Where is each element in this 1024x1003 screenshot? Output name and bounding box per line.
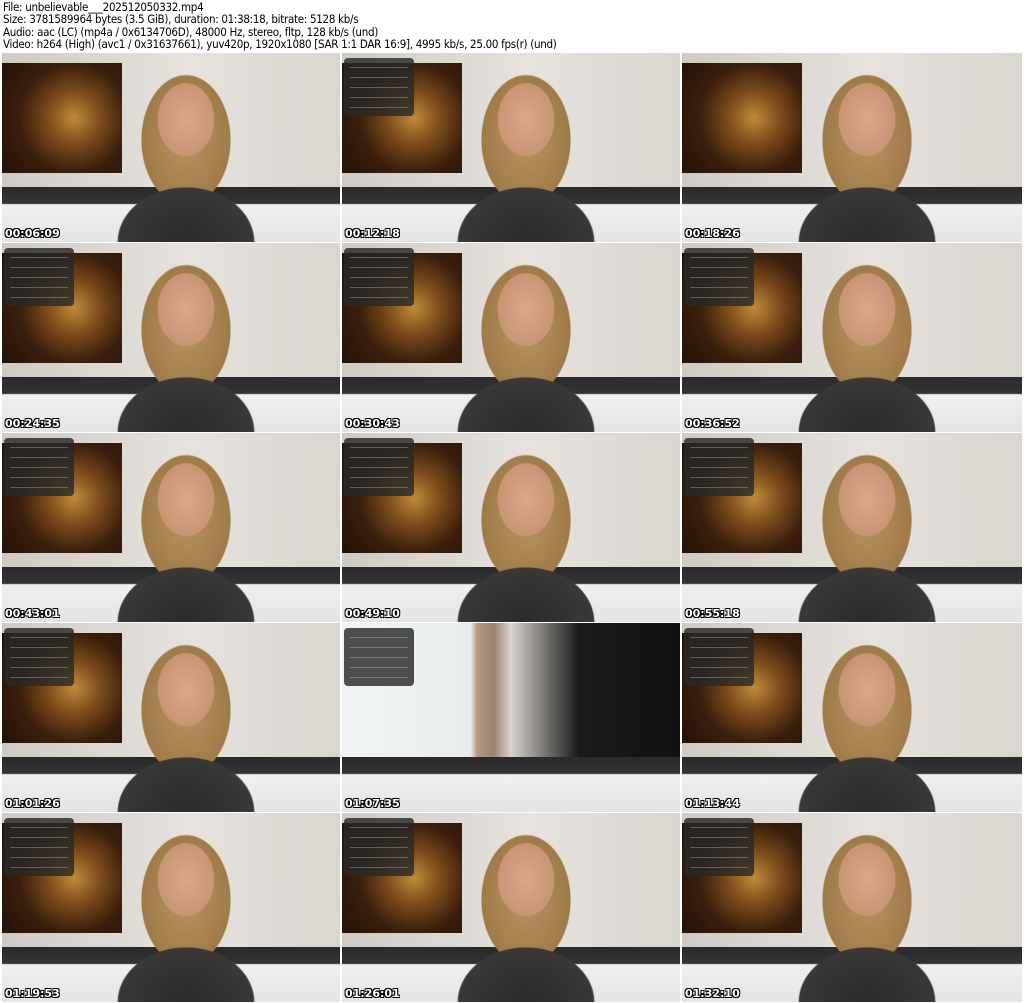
frame-timestamp: 01:01:26 [5,797,60,810]
person [792,642,942,812]
person [792,832,942,1002]
frame-timestamp: 00:30:43 [345,417,400,430]
frame-timestamp: 00:06:09 [5,227,60,240]
tip-menu-overlay [684,438,754,496]
tip-menu-overlay [344,438,414,496]
frame-timestamp: 00:43:01 [5,607,60,620]
person [111,452,261,622]
tip-menu-overlay [4,818,74,876]
frame-timestamp: 00:36:52 [685,417,740,430]
wall-art [682,63,802,173]
frame-timestamp: 00:49:10 [345,607,400,620]
tip-menu-overlay [344,58,414,116]
person [111,72,261,242]
video-frame-thumbnail: 01:13:44 [682,623,1022,812]
person [451,72,601,242]
person [451,452,601,622]
frame-timestamp: 01:19:53 [5,987,60,1000]
video-frame-thumbnail: 00:36:52 [682,243,1022,432]
tip-menu-overlay [4,248,74,306]
tip-menu-overlay [4,438,74,496]
thumbnail-grid: 00:06:09 00:12:18 00:18:26 00:24:35 00:30:43… [2,53,1022,1002]
person [111,262,261,432]
video-frame-thumbnail: 00:12:18 [342,53,680,242]
tip-menu-overlay [344,818,414,876]
wall-art [2,63,122,173]
file-size-duration: Size: 3781589964 bytes (3.5 GiB), durati… [3,12,359,27]
person [111,642,261,812]
tip-menu-overlay [4,628,74,686]
person [792,72,942,242]
frame-timestamp: 01:13:44 [685,797,740,810]
person [451,262,601,432]
tip-menu-overlay [344,248,414,306]
person [111,832,261,1002]
frame-timestamp: 01:32:10 [685,987,740,1000]
frame-timestamp: 00:12:18 [345,227,400,240]
frame-timestamp: 01:07:35 [345,797,400,810]
tip-menu-overlay [684,628,754,686]
frame-timestamp: 00:55:18 [685,607,740,620]
video-frame-thumbnail: 00:06:09 [2,53,340,242]
video-info: Video: h264 (High) (avc1 / 0x31637661), … [3,37,557,52]
video-frame-thumbnail: 01:19:53 [2,813,340,1002]
frame-timestamp: 00:18:26 [685,227,740,240]
video-frame-thumbnail: 00:55:18 [682,433,1022,622]
tip-menu-overlay [684,818,754,876]
video-frame-thumbnail: 01:32:10 [682,813,1022,1002]
person [792,452,942,622]
video-frame-thumbnail: 00:49:10 [342,433,680,622]
file-info-header: File: unbelievable___202512050332.mp4 Si… [3,1,557,51]
tip-menu-overlay [684,248,754,306]
frame-timestamp: 01:26:01 [345,987,400,1000]
video-frame-thumbnail: 00:24:35 [2,243,340,432]
video-frame-thumbnail: 00:18:26 [682,53,1022,242]
video-frame-thumbnail: 01:01:26 [2,623,340,812]
frame-timestamp: 00:24:35 [5,417,60,430]
person [792,262,942,432]
video-frame-thumbnail: 01:07:35 [342,623,680,812]
video-frame-thumbnail: 00:30:43 [342,243,680,432]
video-frame-thumbnail: 00:43:01 [2,433,340,622]
tip-menu-overlay [344,628,414,686]
person [451,832,601,1002]
video-frame-thumbnail: 01:26:01 [342,813,680,1002]
